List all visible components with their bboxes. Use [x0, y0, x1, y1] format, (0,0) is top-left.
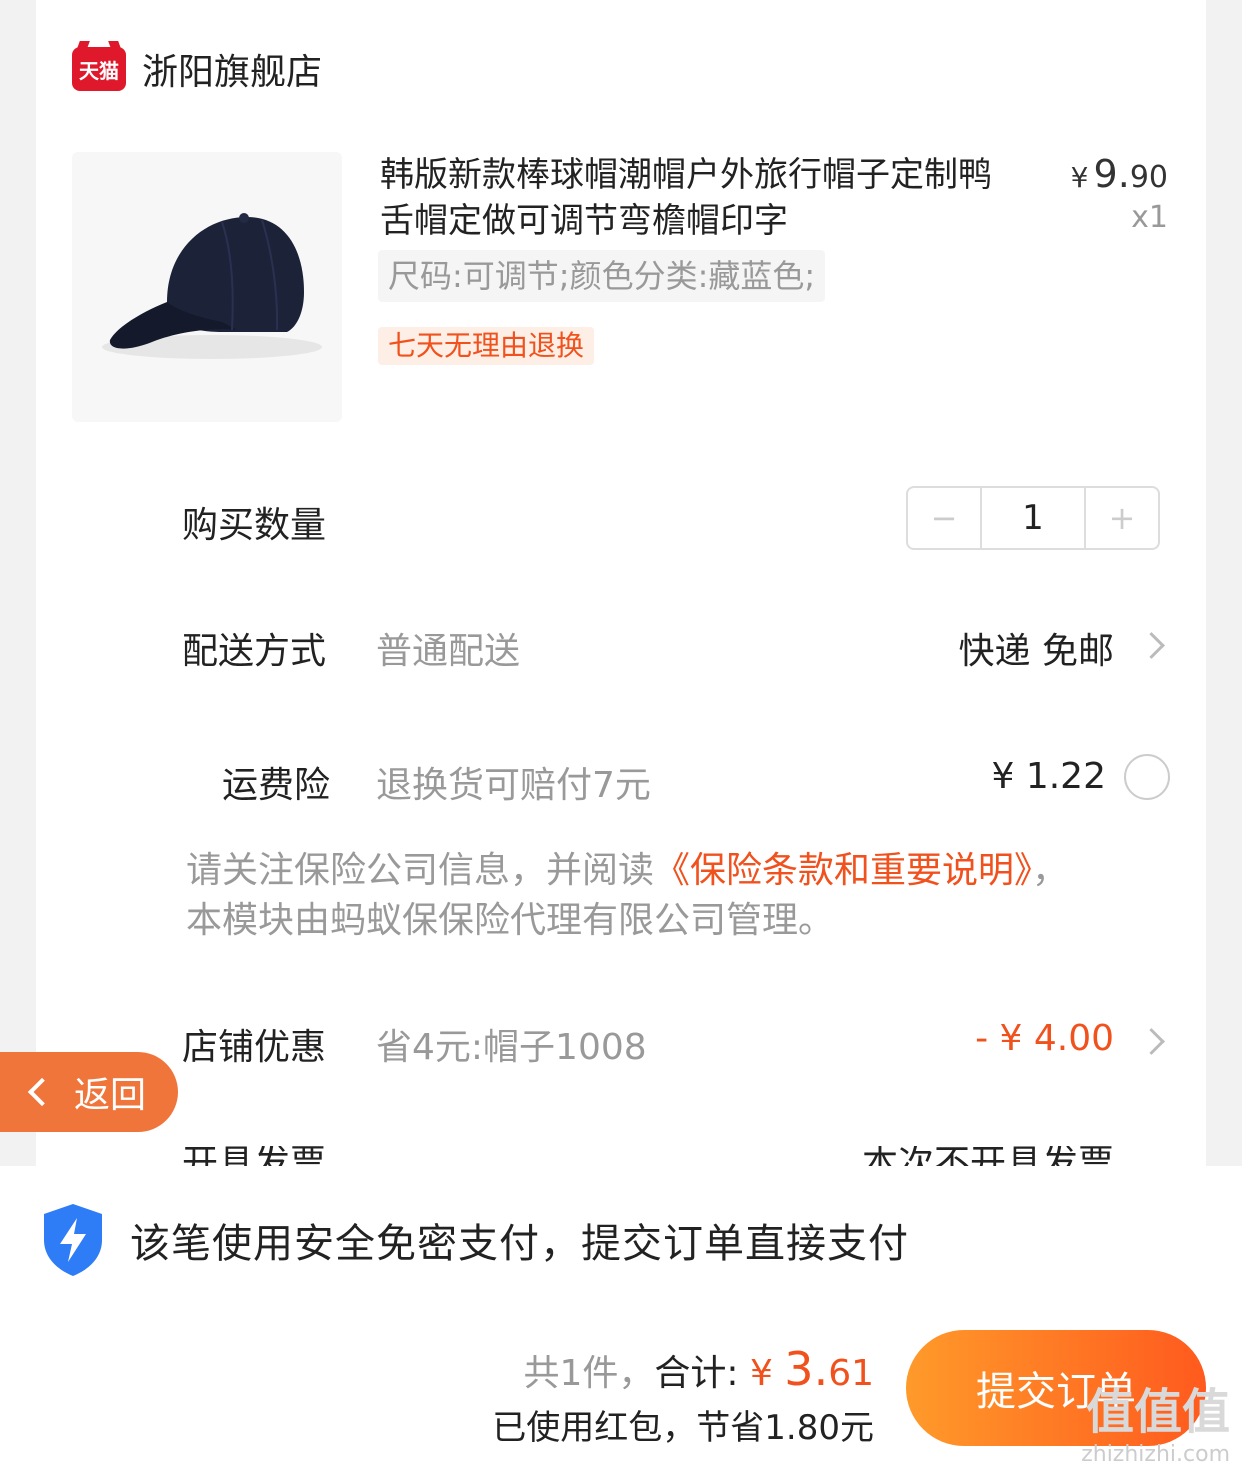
insurance-price: ¥ 1.22 [991, 756, 1106, 797]
checkout-bar: 该笔使用安全免密支付，提交订单直接支付 共1件，合计: ¥ 3.61 已使用红包… [0, 1166, 1242, 1471]
notice-prefix: 请关注保险公司信息，并阅读 [186, 850, 655, 891]
watermark-logo: 值值值 [1085, 1384, 1230, 1440]
item-count: 共1件， [523, 1353, 655, 1394]
insurance-notice: 请关注保险公司信息，并阅读《保险条款和重要说明》，本模块由蚂蚁保保险代理有限公司… [186, 846, 1086, 946]
price-decimal: 90 [1129, 160, 1168, 195]
product-price: ¥ 9.90 [1071, 152, 1168, 196]
secure-payment-text: 该笔使用安全免密支付，提交订单直接支付 [130, 1221, 909, 1267]
invoice-row[interactable]: 开具发票 本次不开具发票 [0, 1146, 1242, 1166]
quantity-value[interactable]: 1 [980, 488, 1086, 548]
tmall-badge-text: 天猫 [79, 58, 119, 83]
back-button[interactable]: 返回 [0, 1052, 178, 1132]
quantity-plus-button[interactable]: + [1086, 488, 1158, 548]
shield-lightning-icon [44, 1204, 102, 1276]
quantity-label: 购买数量 [182, 505, 327, 546]
quantity-minus-button[interactable]: − [908, 488, 980, 548]
total-symbol: ¥ [749, 1353, 785, 1394]
delivery-value[interactable]: 快递 免邮 [959, 622, 1114, 674]
delivery-label: 配送方式 [182, 631, 327, 672]
discount-value[interactable]: - ¥ 4.00 [975, 1018, 1114, 1059]
store-name: 浙阳旗舰店 [142, 52, 323, 93]
order-totals: 共1件，合计: ¥ 3.61 已使用红包，节省1.80元 [492, 1342, 874, 1449]
price-symbol: ¥ [1070, 161, 1089, 194]
invoice-label: 开具发票 [182, 1146, 326, 1166]
product-sku: 尺码:可调节;颜色分类:藏蓝色; [378, 250, 826, 302]
watermark: 值值值 zhizhizhi.com [1081, 1372, 1230, 1467]
redpacket-saving: 已使用红包，节省1.80元 [492, 1408, 874, 1448]
baseball-cap-image [102, 213, 322, 359]
product-quantity: x1 [1131, 200, 1168, 235]
watermark-url: zhizhizhi.com [1081, 1442, 1230, 1467]
total-decimal: 61 [828, 1353, 874, 1394]
tmall-logo: 天猫 [72, 47, 126, 91]
total-integer: 3. [784, 1342, 829, 1396]
store-header[interactable]: 天猫 浙阳旗舰店 [72, 44, 322, 94]
discount-label: 店铺优惠 [182, 1027, 327, 1068]
insurance-terms-link[interactable]: 《保险条款和重要说明》 [654, 850, 1032, 891]
discount-desc: 省4元:帽子1008 [376, 1027, 647, 1068]
invoice-value: 本次不开具发票 [862, 1146, 1114, 1166]
secure-payment-notice: 该笔使用安全免密支付，提交订单直接支付 [40, 1202, 909, 1278]
product-title[interactable]: 韩版新款棒球帽潮帽户外旅行帽子定制鸭舌帽定做可调节弯檐帽印字 [380, 152, 1020, 244]
total-label: 合计: [654, 1353, 739, 1394]
insurance-radio[interactable] [1124, 754, 1170, 800]
insurance-desc: 退换货可赔付7元 [376, 765, 651, 806]
product-image[interactable] [72, 152, 342, 422]
insurance-label: 运费险 [222, 765, 331, 806]
return-policy-tag: 七天无理由退换 [378, 327, 595, 365]
delivery-method: 普通配送 [376, 631, 521, 672]
back-arrow-icon [27, 1077, 57, 1107]
back-label: 返回 [74, 1075, 147, 1116]
quantity-stepper[interactable]: − 1 + [906, 486, 1160, 550]
price-integer: 9. [1093, 152, 1130, 196]
